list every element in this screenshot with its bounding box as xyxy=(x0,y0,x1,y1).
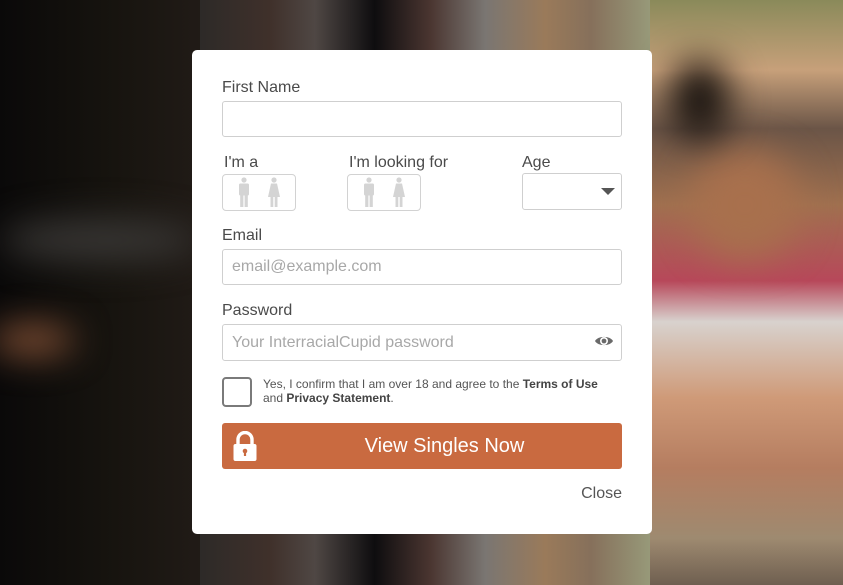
first-name-label: First Name xyxy=(222,79,301,96)
background-blob xyxy=(670,60,730,140)
male-icon[interactable] xyxy=(362,176,376,209)
female-icon[interactable] xyxy=(392,176,406,209)
terms-of-use-link[interactable]: Terms of Use xyxy=(523,377,598,391)
email-input[interactable] xyxy=(222,249,622,285)
privacy-statement-link[interactable]: Privacy Statement xyxy=(286,391,390,405)
consent-text-end: . xyxy=(390,391,394,405)
looking-for-selector[interactable] xyxy=(347,174,421,211)
close-link[interactable]: Close xyxy=(581,485,622,503)
chevron-down-icon xyxy=(601,188,615,195)
signup-modal: First Name I'm a I'm looking for Age Ema… xyxy=(192,50,652,534)
lock-icon xyxy=(233,431,257,461)
age-label: Age xyxy=(522,154,551,171)
password-input[interactable] xyxy=(222,324,622,361)
view-singles-button[interactable]: View Singles Now xyxy=(222,423,622,469)
male-icon[interactable] xyxy=(237,176,251,209)
age-select[interactable] xyxy=(522,173,622,210)
first-name-input[interactable] xyxy=(222,101,622,137)
consent-text-start: Yes, I confirm that I am over 18 and agr… xyxy=(263,377,523,391)
looking-for-label: I'm looking for xyxy=(349,154,449,171)
consent-text: Yes, I confirm that I am over 18 and agr… xyxy=(263,377,623,405)
password-field xyxy=(222,324,622,361)
background-blob xyxy=(0,220,200,260)
consent-text-and: and xyxy=(263,391,287,405)
password-label: Password xyxy=(222,302,293,319)
eye-icon[interactable] xyxy=(594,333,614,349)
consent-checkbox[interactable] xyxy=(222,377,252,407)
background-blob xyxy=(690,150,800,260)
gender-label: I'm a xyxy=(224,154,259,171)
view-singles-label: View Singles Now xyxy=(364,435,525,457)
gender-selector[interactable] xyxy=(222,174,296,211)
female-icon[interactable] xyxy=(267,176,281,209)
email-label: Email xyxy=(222,227,263,244)
